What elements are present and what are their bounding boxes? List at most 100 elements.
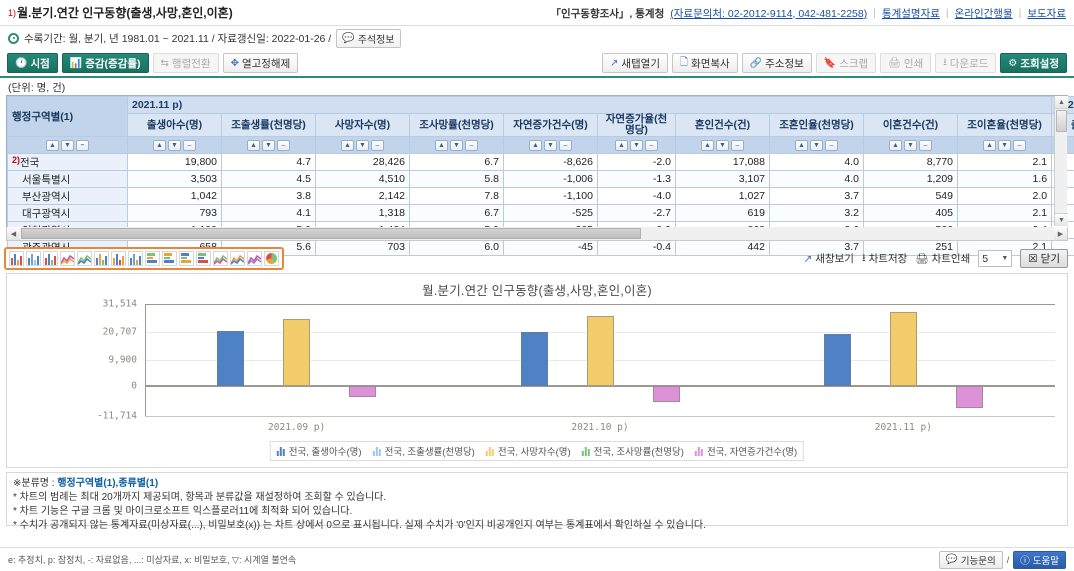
scroll-right-icon[interactable]: ▶ xyxy=(1054,227,1067,240)
clear-sort-icon[interactable]: – xyxy=(1013,140,1026,151)
grouped-horizontal-bar-icon[interactable] xyxy=(179,251,194,266)
scatter-chart-icon[interactable] xyxy=(60,251,75,266)
column-chart-icon[interactable] xyxy=(26,251,41,266)
chart-bar[interactable] xyxy=(653,386,680,402)
clear-sort-icon[interactable]: – xyxy=(371,140,384,151)
scroll-down-icon[interactable]: ▼ xyxy=(1055,213,1068,226)
asc-sort-icon[interactable]: ▲ xyxy=(341,140,354,151)
stacked-bar-chart-icon[interactable] xyxy=(162,251,177,266)
stacked-column-chart-icon[interactable] xyxy=(111,251,126,266)
time-point-button[interactable]: 🕐 시점 xyxy=(7,53,58,73)
desc-sort-icon[interactable]: ▼ xyxy=(630,140,643,151)
clear-sort-icon[interactable]: – xyxy=(645,140,658,151)
legend-item[interactable]: 전국, 조사망률(천명당) xyxy=(582,444,684,458)
area-chart-icon[interactable] xyxy=(213,251,228,266)
desc-sort-icon[interactable]: ▼ xyxy=(904,140,917,151)
range-bar-chart-icon[interactable] xyxy=(196,251,211,266)
asc-sort-icon[interactable]: ▲ xyxy=(889,140,902,151)
download-button[interactable]: ⭳ 다운로드 xyxy=(935,53,996,73)
desc-sort-icon[interactable]: ▼ xyxy=(61,140,74,151)
vertical-bar-chart-icon[interactable] xyxy=(9,251,24,266)
chart-bar[interactable] xyxy=(217,331,244,386)
col-header-death-rate[interactable]: 조사망률(천명당) xyxy=(410,114,504,137)
link-online-publication[interactable]: 온라인간행물 xyxy=(955,6,1013,21)
save-chart-button[interactable]: ⭳ 차트저장 xyxy=(862,250,907,268)
clear-sort-icon[interactable]: – xyxy=(76,140,89,151)
chart-bar[interactable] xyxy=(956,386,983,408)
desc-sort-icon[interactable]: ▼ xyxy=(810,140,823,151)
grouped-bar-chart-icon[interactable] xyxy=(43,251,58,266)
asc-sort-icon[interactable]: ▲ xyxy=(701,140,714,151)
new-window-button[interactable]: ↗ 새창보기 xyxy=(803,251,853,266)
clear-sort-icon[interactable]: – xyxy=(465,140,478,151)
chart-count-select[interactable]: 5 ▼ xyxy=(978,250,1012,267)
col-header-natural-increase[interactable]: 자연증가건수(명) xyxy=(504,114,598,137)
function-inquiry-button[interactable]: 💬 기능문의 xyxy=(939,551,1003,569)
transpose-button[interactable]: ⇆ 행렬전환 xyxy=(153,53,219,73)
unfreeze-column-button[interactable]: ✥ 열고정해제 xyxy=(223,53,299,73)
legend-item[interactable]: 전국, 사망자수(명) xyxy=(486,444,571,458)
table-row[interactable]: 부산광역시 1,042 3.8 2,142 7.8 -1,100 -4.0 1,… xyxy=(8,188,1074,205)
chart-bar[interactable] xyxy=(283,319,310,385)
copy-screen-button[interactable]: 🗋 화면복사 xyxy=(672,53,738,73)
contact-link[interactable]: (자료문의처: 02-2012-9114, 042-481-2258) xyxy=(670,6,867,21)
clear-sort-icon[interactable]: – xyxy=(183,140,196,151)
asc-sort-icon[interactable]: ▲ xyxy=(615,140,628,151)
clear-sort-icon[interactable]: – xyxy=(731,140,744,151)
asc-sort-icon[interactable]: ▲ xyxy=(529,140,542,151)
col-header-natural-increase-rate[interactable]: 자연증가율(천명당) xyxy=(598,114,676,137)
table-row[interactable]: 서울특별시 3,503 4.5 4,510 5.8 -1,006 -1.3 3,… xyxy=(8,171,1074,188)
desc-sort-icon[interactable]: ▼ xyxy=(716,140,729,151)
mixed-bar-chart-icon[interactable] xyxy=(94,251,109,266)
spline-area-chart-icon[interactable] xyxy=(230,251,245,266)
scrap-button[interactable]: 🔖 스크랩 xyxy=(816,53,876,73)
scroll-left-icon[interactable]: ◀ xyxy=(7,227,20,240)
link-stat-explanation[interactable]: 통계설명자료 xyxy=(882,6,940,21)
line-chart-icon[interactable] xyxy=(77,251,92,266)
desc-sort-icon[interactable]: ▼ xyxy=(450,140,463,151)
clear-sort-icon[interactable]: – xyxy=(919,140,932,151)
clear-sort-icon[interactable]: – xyxy=(825,140,838,151)
scrollbar-thumb[interactable] xyxy=(21,228,641,239)
help-button[interactable]: ⓘ 도움말 xyxy=(1013,551,1066,569)
asc-sort-icon[interactable]: ▲ xyxy=(153,140,166,151)
col-header-marriages[interactable]: 혼인건수(건) xyxy=(676,114,770,137)
filled-line-chart-icon[interactable] xyxy=(247,251,262,266)
chart-bar[interactable] xyxy=(349,386,376,397)
asc-sort-icon[interactable]: ▲ xyxy=(247,140,260,151)
col-header-deaths[interactable]: 사망자수(명) xyxy=(316,114,410,137)
horizontal-bar-chart-icon[interactable] xyxy=(145,251,160,266)
legend-item[interactable]: 전국, 출생아수(명) xyxy=(277,444,362,458)
clustered-column-chart-icon[interactable] xyxy=(128,251,143,266)
table-row[interactable]: 대구광역시 793 4.1 1,318 6.7 -525 -2.7 619 3.… xyxy=(8,205,1074,222)
address-info-button[interactable]: 🔗 주소정보 xyxy=(742,53,812,73)
col-header-marriage-rate[interactable]: 조혼인율(천명당) xyxy=(770,114,864,137)
print-chart-button[interactable]: 🖨 차트인쇄 xyxy=(915,251,970,266)
desc-sort-icon[interactable]: ▼ xyxy=(998,140,1011,151)
chart-bar[interactable] xyxy=(890,312,917,386)
table-vertical-scrollbar[interactable]: ▲ ▼ xyxy=(1054,96,1067,226)
table-row[interactable]: 2)전국 19,800 4.7 28,426 6.7 -8,626 -2.0 1… xyxy=(8,154,1074,171)
chart-bar[interactable] xyxy=(521,332,548,386)
query-settings-button[interactable]: ⚙ 조회설정 xyxy=(1000,53,1067,73)
table-horizontal-scrollbar[interactable]: ◀ ▶ xyxy=(6,227,1068,241)
scroll-up-icon[interactable]: ▲ xyxy=(1055,96,1068,109)
chart-bar[interactable] xyxy=(587,316,614,386)
asc-sort-icon[interactable]: ▲ xyxy=(435,140,448,151)
clear-sort-icon[interactable]: – xyxy=(277,140,290,151)
col-header-divorce-rate[interactable]: 조이혼율(천명당) xyxy=(958,114,1052,137)
asc-sort-icon[interactable]: ▲ xyxy=(983,140,996,151)
col-header-birth-rate[interactable]: 조출생률(천명당) xyxy=(222,114,316,137)
legend-item[interactable]: 전국, 조출생률(천명당) xyxy=(373,444,475,458)
link-press-release[interactable]: 보도자료 xyxy=(1027,6,1066,21)
desc-sort-icon[interactable]: ▼ xyxy=(356,140,369,151)
col-header-births[interactable]: 출생아수(명) xyxy=(128,114,222,137)
close-chart-button[interactable]: ☒ 닫기 xyxy=(1020,249,1068,268)
note-info-button[interactable]: 💬 주석정보 xyxy=(336,29,400,48)
asc-sort-icon[interactable]: ▲ xyxy=(795,140,808,151)
desc-sort-icon[interactable]: ▼ xyxy=(262,140,275,151)
change-rate-button[interactable]: 📊 증감(증감률) xyxy=(62,53,149,73)
col-header-divorces[interactable]: 이혼건수(건) xyxy=(864,114,958,137)
clear-sort-icon[interactable]: – xyxy=(559,140,572,151)
scrollbar-thumb[interactable] xyxy=(1056,110,1067,132)
